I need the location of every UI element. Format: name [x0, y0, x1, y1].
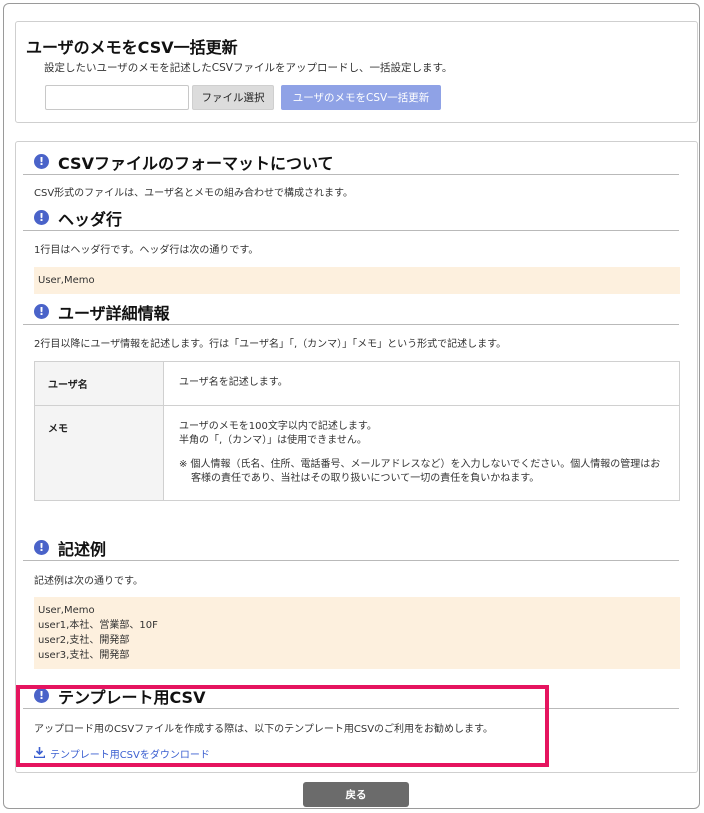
header-row-code: User,Memo: [34, 267, 680, 294]
bulk-update-title: ユーザのメモをCSV一括更新: [26, 38, 238, 57]
template-download-link[interactable]: テンプレート用CSVをダウンロード: [33, 746, 210, 761]
format-section-heading: ! CSVファイルのフォーマットについて: [23, 149, 679, 175]
table-value-line: 半角の「,（カンマ）」は使用できません。: [179, 435, 367, 446]
bulk-update-panel: ユーザのメモをCSV一括更新 設定したいユーザのメモを記述したCSVファイルをア…: [15, 21, 698, 123]
format-description: CSV形式のファイルは、ユーザ名とメモの組み合わせで構成されます。: [34, 188, 353, 199]
info-circle-icon: !: [34, 304, 49, 319]
header-row-title: ヘッダ行: [58, 209, 123, 229]
table-key-cell: ユーザ名: [34, 361, 164, 406]
header-row-heading: ! ヘッダ行: [23, 205, 679, 231]
example-code-line: user2,支社、開発部: [38, 635, 130, 646]
page-container: ユーザのメモをCSV一括更新 設定したいユーザのメモを記述したCSVファイルをア…: [3, 3, 700, 809]
select-file-button[interactable]: ファイル選択: [192, 85, 274, 110]
table-key-cell: メモ: [34, 405, 164, 501]
table-row: ユーザ名 ユーザ名を記述します。: [34, 361, 680, 406]
user-detail-table: ユーザ名 ユーザ名を記述します。 メモ ユーザのメモを100文字以内で記述します…: [34, 361, 680, 501]
download-link-label: テンプレート用CSVをダウンロード: [50, 750, 210, 761]
info-circle-icon: !: [34, 154, 49, 169]
header-row-description: 1行目はヘッダ行です。ヘッダ行は次の通りです。: [34, 245, 259, 256]
example-code-line: user1,本社、営業部、10F: [38, 620, 158, 631]
info-circle-icon: !: [34, 210, 49, 225]
bulk-update-description: 設定したいユーザのメモを記述したCSVファイルをアップロードし、一括設定します。: [44, 62, 453, 74]
back-button[interactable]: 戻る: [303, 782, 409, 807]
example-title: 記述例: [58, 539, 107, 559]
format-title: CSVファイルのフォーマットについて: [58, 153, 334, 173]
table-value-cell: ユーザ名を記述します。: [163, 361, 680, 406]
user-detail-title: ユーザ詳細情報: [58, 303, 170, 323]
table-row: メモ ユーザのメモを100文字以内で記述します。 半角の「,（カンマ）」は使用で…: [34, 405, 680, 501]
bulk-update-button[interactable]: ユーザのメモをCSV一括更新: [281, 85, 441, 110]
example-code-line: user3,支社、開発部: [38, 650, 130, 661]
info-circle-icon: !: [34, 540, 49, 555]
privacy-note: ※ 個人情報（氏名、住所、電話番号、メールアドレスなど）を入力しないでください。…: [179, 459, 661, 484]
example-code-line: User,Memo: [38, 605, 95, 616]
user-detail-heading: ! ユーザ詳細情報: [23, 299, 679, 325]
example-code: User,Memo user1,本社、営業部、10F user2,支社、開発部 …: [34, 597, 680, 669]
table-value-line: ユーザ名を記述します。: [179, 377, 288, 388]
user-detail-description: 2行目以降にユーザ情報を記述します。行は「ユーザ名」「,（カンマ）」「メモ」とい…: [34, 339, 507, 350]
file-name-field[interactable]: [45, 85, 189, 110]
table-value-cell: ユーザのメモを100文字以内で記述します。 半角の「,（カンマ）」は使用できませ…: [163, 405, 680, 501]
example-description: 記述例は次の通りです。: [34, 576, 143, 587]
download-icon: [33, 746, 46, 761]
format-info-panel: ! CSVファイルのフォーマットについて CSV形式のファイルは、ユーザ名とメモ…: [15, 141, 698, 773]
example-heading: ! 記述例: [23, 535, 679, 561]
table-value-line: ユーザのメモを100文字以内で記述します。: [179, 421, 377, 432]
